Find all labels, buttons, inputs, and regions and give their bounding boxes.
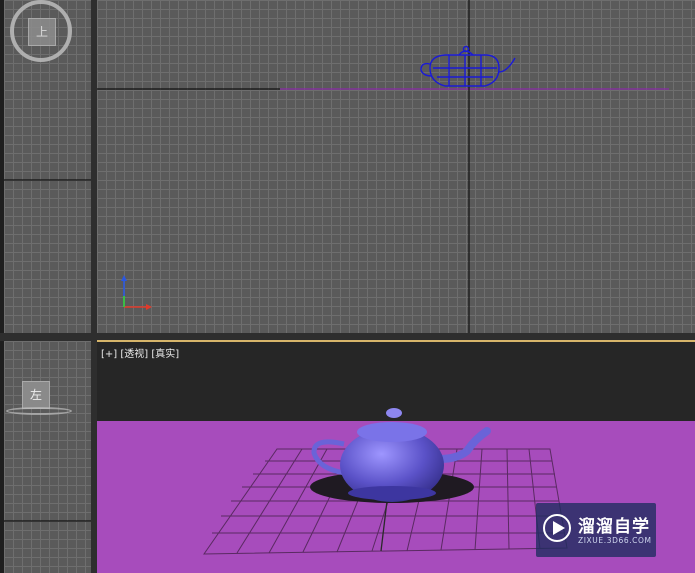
watermark-url: ZIXUE.3D66.COM	[578, 536, 652, 545]
active-viewport-border	[97, 340, 695, 342]
watermark-name: 溜溜自学	[578, 517, 650, 537]
top-viewport-canvas	[97, 0, 669, 333]
watermark-badge: 溜溜自学 ZIXUE.3D66.COM	[536, 503, 656, 557]
left-bottom-axes	[4, 520, 91, 522]
left-viewport-bottom[interactable]: 左	[4, 341, 91, 573]
teapot-wireframe-icon	[420, 45, 516, 87]
top-viewport[interactable]	[97, 0, 695, 333]
left-viewport-top[interactable]: 上	[4, 0, 91, 333]
watermark-logo-icon	[543, 514, 571, 542]
axis-tripod-icon	[121, 275, 152, 310]
left-viewport-axes	[4, 179, 91, 181]
viewport-divider-vertical[interactable]	[91, 0, 97, 573]
